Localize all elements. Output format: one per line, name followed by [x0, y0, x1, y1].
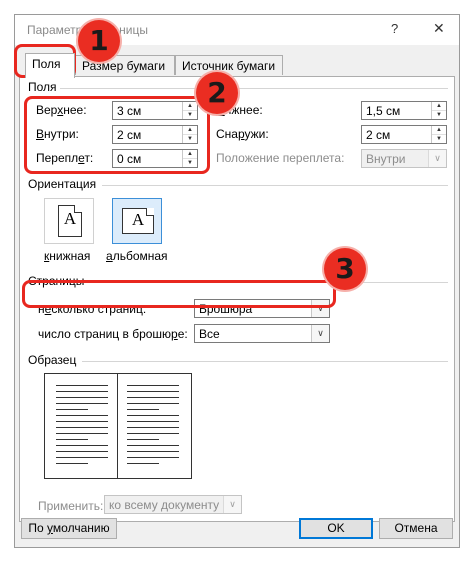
preview-text-line [127, 409, 159, 410]
page-corner [74, 205, 82, 213]
outside-margin-spinner[interactable]: 2 см ▲ ▼ [361, 125, 447, 144]
preview-text-line [56, 385, 108, 386]
bottom-margin-arrows: ▲ ▼ [431, 102, 446, 119]
margins-group-label: Поля [28, 80, 57, 94]
outside-margin-value: 2 см [366, 128, 391, 142]
help-icon[interactable]: ? [391, 21, 398, 36]
gutter-position-label: Положение переплета: [216, 151, 345, 165]
ok-label: OK [327, 521, 345, 535]
preview-text-line [56, 397, 108, 398]
preview-text-line [127, 439, 159, 440]
tab-margins-label: Поля [32, 57, 61, 71]
portrait-label: книжная [44, 249, 91, 263]
chevron-down-icon[interactable]: ∨ [311, 325, 329, 342]
landscape-button[interactable]: A [112, 198, 162, 244]
preview-text-line [56, 421, 108, 422]
tab-paper-source[interactable]: Источник бумаги [175, 55, 283, 75]
set-default-label: По умолчанию [28, 521, 110, 535]
preview-text-line [127, 421, 179, 422]
apply-to-label: Применить: [38, 499, 104, 513]
preview-text-line [56, 403, 108, 404]
ok-button[interactable]: OK [299, 518, 373, 539]
step-badge-3: 3 [324, 248, 366, 290]
preview-text-line [127, 445, 179, 446]
preview-text-line [56, 415, 108, 416]
preview-text-line [56, 451, 108, 452]
spin-down-icon[interactable]: ▼ [432, 111, 446, 119]
preview-text-line [127, 415, 179, 416]
bottom-margin-spinner[interactable]: 1,5 см ▲ ▼ [361, 101, 447, 120]
landscape-label: альбомная [106, 249, 168, 263]
portrait-button[interactable]: A [44, 198, 94, 244]
preview-text-line [127, 433, 179, 434]
preview-text-line [127, 463, 159, 464]
sheets-per-booklet-select[interactable]: Все ∨ [194, 324, 330, 343]
chevron-down-icon: ∨ [223, 496, 241, 513]
spin-down-icon[interactable]: ▼ [432, 135, 446, 143]
preview-text-line [56, 391, 108, 392]
preview-text-line [56, 463, 88, 464]
highlight-multiple-pages [22, 280, 336, 308]
preview-left-page [45, 374, 118, 478]
margins-group-divider [60, 88, 448, 89]
preview-text-line [127, 397, 179, 398]
chevron-down-icon: ∨ [428, 150, 446, 167]
bottom-margin-value: 1,5 см [366, 104, 401, 118]
preview-text-line [127, 451, 179, 452]
landscape-page-icon: A [122, 208, 154, 234]
cancel-button[interactable]: Отмена [379, 518, 453, 539]
sheets-per-booklet-label: число страниц в брошюре: [38, 327, 188, 341]
preview-text-line [56, 445, 108, 446]
step-badge-2: 2 [196, 72, 238, 114]
preview-text-line [56, 409, 88, 410]
preview-text-line [127, 385, 179, 386]
preview-text-line [56, 457, 108, 458]
preview-group-divider [82, 361, 448, 362]
gutter-position-select: Внутри ∨ [361, 149, 447, 168]
tab-paper-source-label: Источник бумаги [182, 59, 276, 73]
preview-text-line [56, 433, 108, 434]
preview-text-line [56, 427, 108, 428]
preview-text-line [56, 439, 88, 440]
gutter-position-value: Внутри [366, 152, 406, 166]
preview-right-page [118, 374, 191, 478]
preview-text-line [127, 457, 179, 458]
preview-text-line [127, 427, 179, 428]
tab-margins[interactable]: Поля [25, 53, 75, 78]
preview-group-label: Образец [28, 353, 77, 367]
outside-margin-label: Снаружи: [216, 127, 269, 141]
close-icon[interactable]: ✕ [433, 20, 445, 37]
apply-to-select: ко всему документу ∨ [104, 495, 242, 514]
page-corner [146, 208, 154, 216]
spin-up-icon[interactable]: ▲ [432, 126, 446, 135]
preview-text-line [127, 403, 179, 404]
set-default-button[interactable]: По умолчанию [21, 518, 117, 539]
sheets-per-booklet-value: Все [199, 327, 220, 341]
portrait-page-icon: A [58, 205, 82, 237]
cancel-label: Отмена [394, 521, 438, 535]
step-badge-1: 1 [78, 20, 120, 62]
orientation-group-divider [102, 185, 448, 186]
apply-to-value: ко всему документу [109, 498, 220, 512]
spin-up-icon[interactable]: ▲ [432, 102, 446, 111]
orientation-group-label: Ориентация [28, 177, 97, 191]
outside-margin-arrows: ▲ ▼ [431, 126, 446, 143]
preview-text-line [127, 391, 179, 392]
highlight-margin-fields [24, 96, 210, 174]
booklet-preview [44, 373, 192, 479]
